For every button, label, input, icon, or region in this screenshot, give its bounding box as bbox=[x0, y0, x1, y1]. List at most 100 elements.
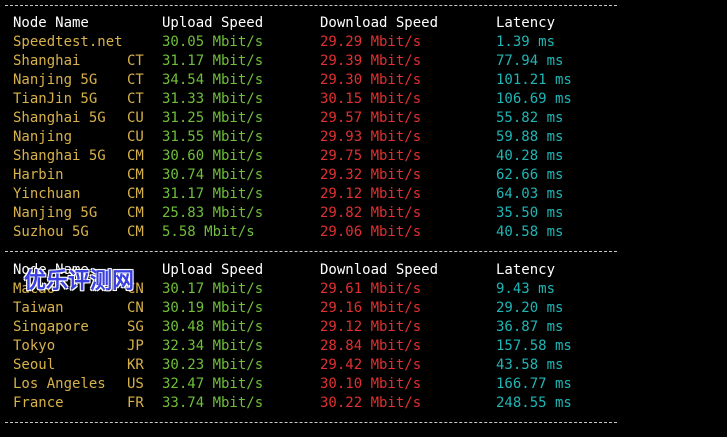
download-speed: 28.84 Mbit/s bbox=[320, 338, 422, 354]
latency-value: 9.43 ms bbox=[496, 281, 556, 297]
latency-value: 40.28 ms bbox=[496, 148, 564, 164]
latency-value: 29.20 ms bbox=[496, 300, 564, 316]
watermark-logo: 优乐评测网 bbox=[24, 269, 135, 294]
upload-speed: 30.74 Mbit/s bbox=[162, 167, 264, 183]
download-speed: 29.42 Mbit/s bbox=[320, 357, 422, 373]
node-name: Speedtest.net bbox=[13, 34, 123, 50]
isp-code: CN bbox=[127, 300, 144, 316]
separator-line bbox=[5, 5, 617, 6]
node-name: Seoul bbox=[13, 357, 56, 373]
download-speed: 29.82 Mbit/s bbox=[320, 205, 422, 221]
download-speed: 29.29 Mbit/s bbox=[320, 34, 422, 50]
upload-speed: 31.25 Mbit/s bbox=[162, 110, 264, 126]
node-name: Tokyo bbox=[13, 338, 56, 354]
latency-value: 59.88 ms bbox=[496, 129, 564, 145]
isp-code: CT bbox=[127, 91, 144, 107]
header-download-speed: Download Speed bbox=[320, 15, 439, 31]
upload-speed: 31.55 Mbit/s bbox=[162, 129, 264, 145]
latency-value: 157.58 ms bbox=[496, 338, 572, 354]
node-name: France bbox=[13, 395, 64, 411]
download-speed: 29.75 Mbit/s bbox=[320, 148, 422, 164]
node-name: Suzhou 5G bbox=[13, 224, 89, 240]
isp-code: KR bbox=[127, 357, 144, 373]
download-speed: 29.93 Mbit/s bbox=[320, 129, 422, 145]
header-upload-speed: Upload Speed bbox=[162, 262, 264, 278]
node-name: Shanghai 5G bbox=[13, 148, 106, 164]
latency-value: 1.39 ms bbox=[496, 34, 556, 50]
latency-value: 106.69 ms bbox=[496, 91, 572, 107]
latency-value: 55.82 ms bbox=[496, 110, 564, 126]
separator-line bbox=[5, 251, 617, 252]
upload-speed: 30.19 Mbit/s bbox=[162, 300, 264, 316]
latency-value: 36.87 ms bbox=[496, 319, 564, 335]
download-speed: 29.30 Mbit/s bbox=[320, 72, 422, 88]
isp-code: CU bbox=[127, 129, 144, 145]
latency-value: 101.21 ms bbox=[496, 72, 572, 88]
upload-speed: 31.17 Mbit/s bbox=[162, 53, 264, 69]
node-name: Nanjing 5G bbox=[13, 72, 98, 88]
node-name: Nanjing 5G bbox=[13, 205, 98, 221]
upload-speed: 33.74 Mbit/s bbox=[162, 395, 264, 411]
upload-speed: 30.17 Mbit/s bbox=[162, 281, 264, 297]
isp-code: CM bbox=[127, 167, 144, 183]
latency-value: 248.55 ms bbox=[496, 395, 572, 411]
upload-speed: 34.54 Mbit/s bbox=[162, 72, 264, 88]
download-speed: 30.10 Mbit/s bbox=[320, 376, 422, 392]
upload-speed: 30.48 Mbit/s bbox=[162, 319, 264, 335]
download-speed: 29.16 Mbit/s bbox=[320, 300, 422, 316]
node-name: Nanjing bbox=[13, 129, 73, 145]
latency-value: 35.50 ms bbox=[496, 205, 564, 221]
download-speed: 29.57 Mbit/s bbox=[320, 110, 422, 126]
download-speed: 29.06 Mbit/s bbox=[320, 224, 422, 240]
terminal-output: Node Name Upload Speed Download Speed La… bbox=[0, 0, 727, 437]
isp-code: CT bbox=[127, 72, 144, 88]
node-name: Taiwan bbox=[13, 300, 64, 316]
download-speed: 29.12 Mbit/s bbox=[320, 319, 422, 335]
upload-speed: 30.05 Mbit/s bbox=[162, 34, 264, 50]
node-name: Shanghai 5G bbox=[13, 110, 106, 126]
latency-value: 64.03 ms bbox=[496, 186, 564, 202]
isp-code: CT bbox=[127, 53, 144, 69]
isp-code: SG bbox=[127, 319, 144, 335]
download-speed: 29.61 Mbit/s bbox=[320, 281, 422, 297]
upload-speed: 31.17 Mbit/s bbox=[162, 186, 264, 202]
upload-speed: 32.34 Mbit/s bbox=[162, 338, 264, 354]
isp-code: CU bbox=[127, 110, 144, 126]
header-upload-speed: Upload Speed bbox=[162, 15, 264, 31]
separator-line bbox=[5, 422, 617, 423]
upload-speed: 31.33 Mbit/s bbox=[162, 91, 264, 107]
table-header: Node Name Upload Speed Download Speed La… bbox=[0, 14, 555, 33]
node-name: Los Angeles bbox=[13, 376, 106, 392]
upload-speed: 5.58 Mbit/s bbox=[162, 224, 255, 240]
isp-code: CM bbox=[127, 224, 144, 240]
isp-code: FR bbox=[127, 395, 144, 411]
upload-speed: 30.60 Mbit/s bbox=[162, 148, 264, 164]
node-name: TianJin 5G bbox=[13, 91, 98, 107]
node-name: Harbin bbox=[13, 167, 64, 183]
upload-speed: 32.47 Mbit/s bbox=[162, 376, 264, 392]
isp-code: CM bbox=[127, 205, 144, 221]
latency-value: 77.94 ms bbox=[496, 53, 564, 69]
download-speed: 29.12 Mbit/s bbox=[320, 186, 422, 202]
isp-code: CM bbox=[127, 148, 144, 164]
isp-code: CM bbox=[127, 186, 144, 202]
download-speed: 30.22 Mbit/s bbox=[320, 395, 422, 411]
isp-code: US bbox=[127, 376, 144, 392]
node-name: Singapore bbox=[13, 319, 89, 335]
download-speed: 30.15 Mbit/s bbox=[320, 91, 422, 107]
header-latency: Latency bbox=[496, 262, 556, 278]
latency-value: 62.66 ms bbox=[496, 167, 564, 183]
node-name: Yinchuan bbox=[13, 186, 81, 202]
latency-value: 166.77 ms bbox=[496, 376, 572, 392]
header-latency: Latency bbox=[496, 15, 556, 31]
latency-value: 40.58 ms bbox=[496, 224, 564, 240]
latency-value: 43.58 ms bbox=[496, 357, 564, 373]
download-speed: 29.32 Mbit/s bbox=[320, 167, 422, 183]
upload-speed: 30.23 Mbit/s bbox=[162, 357, 264, 373]
header-node-name: Node Name bbox=[13, 15, 89, 31]
node-name: Shanghai bbox=[13, 53, 81, 69]
header-download-speed: Download Speed bbox=[320, 262, 439, 278]
isp-code: JP bbox=[127, 338, 144, 354]
download-speed: 29.39 Mbit/s bbox=[320, 53, 422, 69]
upload-speed: 25.83 Mbit/s bbox=[162, 205, 264, 221]
